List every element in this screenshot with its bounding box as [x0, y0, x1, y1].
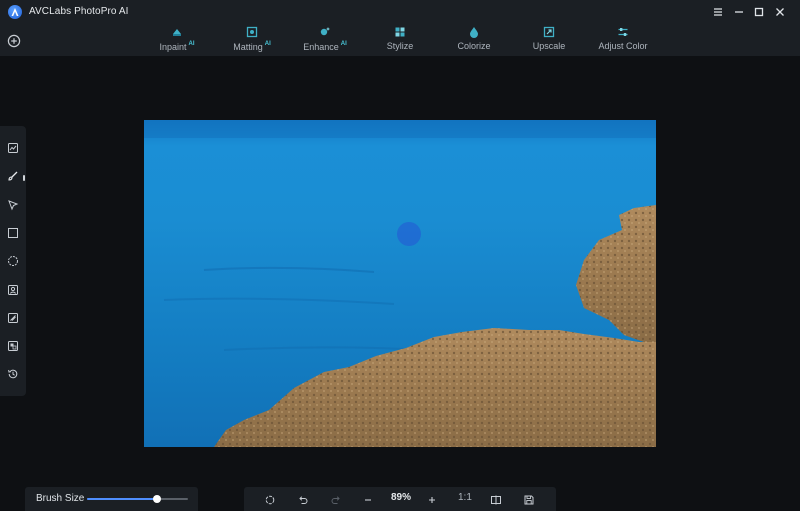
tab-enhance[interactable]: Enhance AI	[285, 24, 365, 56]
bottom-control-bar: 89% 1:1	[244, 487, 556, 511]
active-tool-indicator	[23, 175, 25, 181]
tab-matting[interactable]: Matting AI	[212, 24, 292, 56]
title-bar: AVCLabs PhotoPro AI Inpaint AI Matting AI	[0, 0, 800, 56]
tool-history[interactable]	[7, 367, 19, 379]
app-logo-icon	[8, 5, 22, 19]
ellipse-select-icon	[8, 256, 18, 266]
tool-lasso[interactable]	[7, 198, 19, 211]
colorize-icon	[470, 27, 478, 38]
tool-ellipse-select[interactable]	[7, 254, 19, 266]
minus-icon	[365, 499, 371, 501]
object-select-icon	[8, 313, 18, 323]
photo-canvas[interactable]	[144, 120, 656, 447]
ai-badge: AI	[188, 41, 195, 47]
add-image-button[interactable]	[7, 34, 21, 48]
tab-label: Matting	[233, 42, 263, 52]
tab-label: Upscale	[532, 41, 566, 51]
image-adjust-icon	[8, 143, 18, 153]
tab-adjust-color[interactable]: Adjust Color	[583, 24, 663, 56]
tab-stylize[interactable]: Stylize	[360, 24, 440, 56]
tool-image-adjust[interactable]	[7, 141, 19, 153]
tab-label: Enhance	[303, 42, 339, 52]
minimize-icon	[735, 11, 743, 13]
undo-icon	[299, 496, 308, 504]
ai-badge: AI	[340, 41, 347, 47]
tool-person-select[interactable]	[7, 283, 19, 295]
close-icon	[776, 8, 784, 16]
matting-icon	[246, 26, 258, 38]
compare-icon	[491, 495, 501, 505]
tab-inpaint[interactable]: Inpaint AI	[137, 24, 217, 56]
tab-label: Stylize	[386, 41, 414, 51]
brush-icon	[8, 171, 18, 181]
maximize-button[interactable]	[752, 5, 766, 19]
redo-icon	[331, 496, 340, 504]
save-button[interactable]	[523, 493, 535, 505]
rectangle-select-icon	[8, 228, 18, 238]
brush-size-slider[interactable]	[87, 495, 188, 503]
slider-fill	[87, 498, 157, 500]
upscale-icon	[543, 26, 555, 38]
zoom-out-button[interactable]	[362, 493, 374, 505]
plus-circle-icon	[7, 34, 21, 48]
close-button[interactable]	[773, 5, 787, 19]
zoom-level: 89%	[391, 492, 412, 503]
redo-button[interactable]	[330, 493, 342, 505]
inpaint-icon	[173, 29, 181, 36]
reset-button[interactable]	[264, 493, 276, 505]
stylize-icon	[395, 27, 405, 37]
app-title: AVCLabs PhotoPro AI	[29, 6, 129, 17]
maximize-icon	[754, 7, 764, 17]
adjust-color-icon	[618, 28, 628, 36]
reset-icon	[265, 495, 275, 505]
enhance-icon	[320, 27, 330, 36]
menu-button[interactable]	[711, 5, 725, 19]
save-icon	[524, 495, 534, 505]
compare-button[interactable]	[490, 493, 502, 505]
slider-thumb[interactable]	[152, 495, 161, 503]
tab-label: Inpaint	[159, 42, 187, 52]
tab-label: Adjust Color	[598, 41, 648, 51]
tool-invert-select[interactable]	[7, 339, 19, 351]
lasso-icon	[8, 200, 19, 211]
tool-object-select[interactable]	[7, 311, 19, 323]
zoom-in-button[interactable]	[426, 493, 438, 505]
minimize-button[interactable]	[732, 5, 746, 19]
coastal-rock-photo	[144, 120, 656, 447]
brush-size-label: Brush Size	[36, 493, 85, 504]
tab-upscale[interactable]: Upscale	[509, 24, 589, 56]
tool-rectangle-select[interactable]	[7, 226, 19, 238]
tab-colorize[interactable]: Colorize	[434, 24, 514, 56]
plus-icon	[429, 497, 435, 503]
menu-icon	[714, 8, 722, 16]
tab-label: Colorize	[457, 41, 491, 51]
invert-select-icon	[8, 341, 18, 351]
history-icon	[8, 369, 18, 379]
tool-brush[interactable]	[7, 169, 19, 181]
left-toolbar	[0, 126, 26, 396]
ai-badge: AI	[264, 41, 271, 47]
undo-button[interactable]	[297, 493, 309, 505]
person-select-icon	[8, 285, 18, 295]
actual-size-button[interactable]: 1:1	[458, 492, 472, 503]
brush-size-panel: Brush Size	[25, 487, 198, 511]
